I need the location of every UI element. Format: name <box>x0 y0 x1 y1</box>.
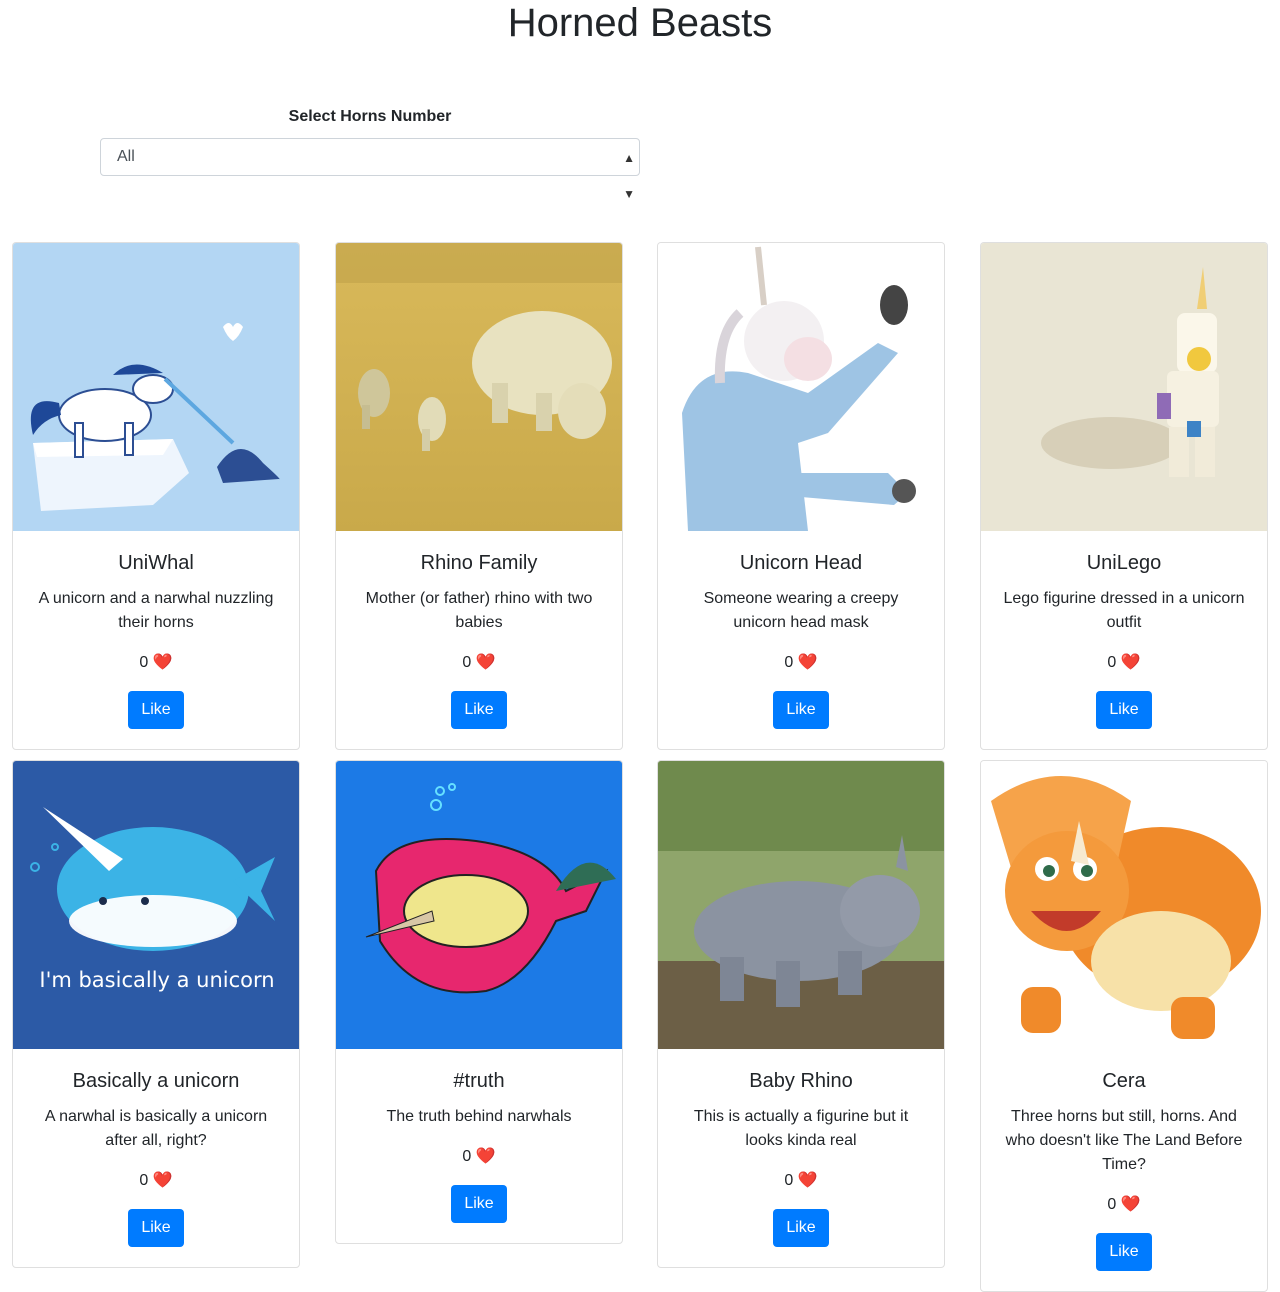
card-title: Cera <box>1102 1070 1146 1092</box>
card-rhino-family: Rhino Family Mother (or father) rhino wi… <box>335 242 623 750</box>
like-button[interactable]: Like <box>1096 1233 1152 1271</box>
unicorn-mask-image <box>658 243 944 531</box>
like-count-value: 0 <box>462 654 472 671</box>
baby-rhino-image <box>658 761 944 1049</box>
like-button[interactable]: Like <box>128 1209 184 1247</box>
like-count: 0 ❤️ <box>33 651 279 675</box>
like-count-value: 0 <box>139 1172 149 1189</box>
card-description: A narwhal is basically a unicorn after a… <box>44 1108 268 1149</box>
unicorn-and-narwhal-image <box>13 243 299 531</box>
card-title: UniWhal <box>118 552 194 574</box>
narwhal-image: I'm basically a unicorn <box>13 761 299 1049</box>
card-basically-a-unicorn: I'm basically a unicorn Basically a unic… <box>12 760 300 1268</box>
heart-icon: ❤️ <box>1120 654 1141 671</box>
lego-unicorn-image <box>981 243 1267 531</box>
like-button[interactable]: Like <box>451 1185 507 1223</box>
card-title: Baby Rhino <box>749 1070 853 1092</box>
card-unicorn-head: Unicorn Head Someone wearing a creepy un… <box>657 242 945 750</box>
rhino-family-image <box>336 243 622 531</box>
heart-icon: ❤️ <box>1120 1196 1141 1213</box>
like-button[interactable]: Like <box>128 691 184 729</box>
like-count: 0 ❤️ <box>356 1145 602 1169</box>
like-count-value: 0 <box>139 654 149 671</box>
card-description: Three horns but still, horns. And who do… <box>1005 1108 1243 1173</box>
like-count: 0 ❤️ <box>1001 651 1247 675</box>
like-count-value: 0 <box>462 1148 472 1165</box>
chevron-down-icon: ▲ ▼ <box>623 151 635 201</box>
card-description: A unicorn and a narwhal nuzzling their h… <box>38 590 274 631</box>
horns-select[interactable]: All ▲ ▼ <box>100 138 640 201</box>
card-title: Basically a unicorn <box>72 1070 240 1092</box>
card-baby-rhino: Baby Rhino This is actually a figurine b… <box>657 760 945 1268</box>
card-description: Lego figurine dressed in a unicorn outfi… <box>1003 590 1245 631</box>
image-caption: I'm basically a unicorn <box>39 968 274 992</box>
heart-icon: ❤️ <box>475 654 496 671</box>
heart-icon: ❤️ <box>797 654 818 671</box>
card-title: UniLego <box>1086 552 1162 574</box>
like-count: 0 ❤️ <box>356 651 602 675</box>
horns-filter: Select Horns Number All ▲ ▼ <box>100 106 640 201</box>
like-count: 0 ❤️ <box>678 1169 924 1193</box>
like-button[interactable]: Like <box>773 691 829 729</box>
heart-icon: ❤️ <box>152 1172 173 1189</box>
horns-select-value: All <box>117 148 135 165</box>
card-cera: Cera Three horns but still, horns. And w… <box>980 760 1268 1292</box>
card-description: The truth behind narwhals <box>386 1108 572 1125</box>
narwhal-inside-image <box>336 761 622 1049</box>
like-button[interactable]: Like <box>773 1209 829 1247</box>
heart-icon: ❤️ <box>475 1148 496 1165</box>
card-title: #truth <box>453 1070 505 1092</box>
like-button[interactable]: Like <box>451 691 507 729</box>
like-button[interactable]: Like <box>1096 691 1152 729</box>
like-count: 0 ❤️ <box>678 651 924 675</box>
like-count-value: 0 <box>1107 654 1117 671</box>
card-uniwhal: UniWhal A unicorn and a narwhal nuzzling… <box>12 242 300 750</box>
like-count: 0 ❤️ <box>33 1169 279 1193</box>
card-title: Rhino Family <box>420 552 538 574</box>
like-count-value: 0 <box>1107 1196 1117 1213</box>
like-count-value: 0 <box>784 654 794 671</box>
like-count: 0 ❤️ <box>1001 1193 1247 1217</box>
heart-icon: ❤️ <box>797 1172 818 1189</box>
like-count-value: 0 <box>784 1172 794 1189</box>
card-description: Mother (or father) rhino with two babies <box>365 590 593 631</box>
card-title: Unicorn Head <box>739 552 863 574</box>
card-description: Someone wearing a creepy unicorn head ma… <box>703 590 899 631</box>
heart-icon: ❤️ <box>152 654 173 671</box>
card-truth: #truth The truth behind narwhals 0 ❤️ Li… <box>335 760 623 1244</box>
page-title: Horned Beasts <box>507 1 773 45</box>
card-description: This is actually a figurine but it looks… <box>693 1108 909 1149</box>
card-unilego: UniLego Lego figurine dressed in a unico… <box>980 242 1268 750</box>
horns-filter-label: Select Horns Number <box>288 108 452 125</box>
triceratops-image <box>981 761 1267 1049</box>
